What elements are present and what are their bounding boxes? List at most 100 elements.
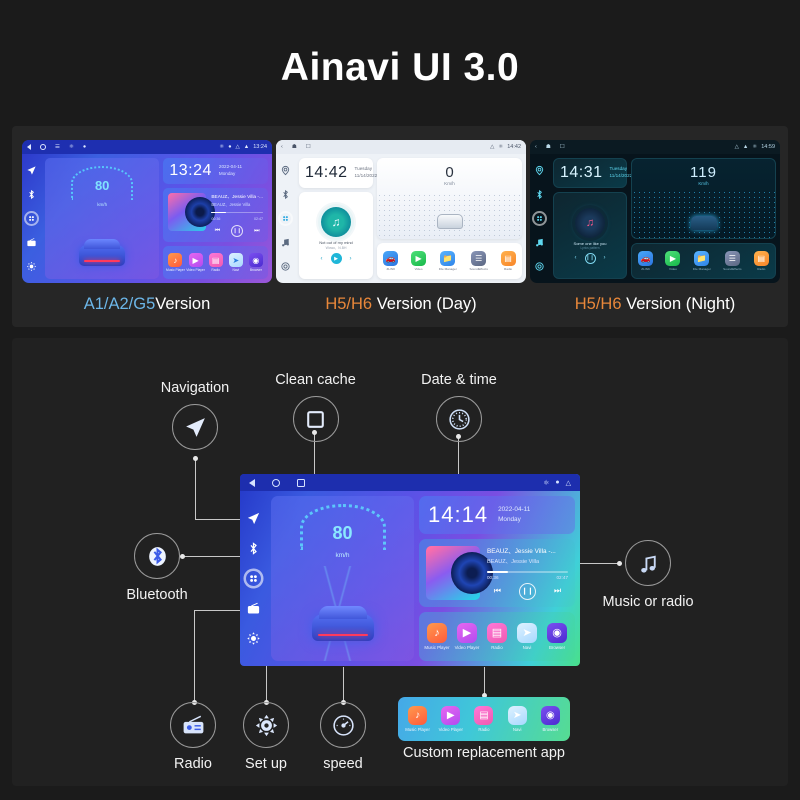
- bluetooth-icon[interactable]: [26, 189, 37, 200]
- playback-controls[interactable]: ⏮ ❙❙ ⏭: [211, 225, 263, 238]
- app-browser[interactable]: ◉ Browser: [542, 622, 572, 650]
- music-icon[interactable]: [280, 237, 291, 248]
- bluetooth-icon[interactable]: [134, 533, 180, 579]
- back-icon[interactable]: ‹: [281, 144, 283, 150]
- radio-icon[interactable]: [170, 702, 216, 748]
- music-widget[interactable]: BEAUZ、Jessie Villa -... BEAUZ、Jessie Vil…: [163, 187, 268, 243]
- previous-icon[interactable]: ‹: [321, 256, 323, 262]
- app-dock[interactable]: ♪ Music Player ▶ Video Player ▤ Radio ➤ Navi…: [163, 246, 268, 279]
- settings-icon[interactable]: [243, 702, 289, 748]
- clock-widget[interactable]: 13:24 2022-04-11 Monday: [163, 158, 268, 184]
- music-icon[interactable]: [625, 540, 671, 586]
- main-app-dock[interactable]: ♪ Music Player ▶ Video Player ▤ Radio ➤ Navi…: [419, 611, 575, 661]
- device-sidebar[interactable]: [22, 154, 41, 283]
- speed-widget[interactable]: 80 km/h: [45, 158, 160, 279]
- clean-cache-icon[interactable]: [292, 396, 339, 442]
- app-music-player[interactable]: ♪ Music Player: [422, 622, 452, 650]
- menu-icon[interactable]: ☰: [55, 144, 60, 150]
- app-sound-effects[interactable]: ☰ SoundEffects: [470, 251, 488, 271]
- device-sidebar[interactable]: [530, 154, 549, 283]
- music-widget[interactable]: ♫ Some one like you Lyrics pattern ‹ ❙❙ …: [553, 192, 627, 279]
- recents-icon[interactable]: ☐: [306, 144, 311, 150]
- app-video-player[interactable]: ▶ Video Player: [452, 622, 482, 650]
- app-zlink[interactable]: 🚗 ZLINK: [383, 251, 399, 271]
- back-icon[interactable]: ‹: [535, 144, 537, 150]
- pause-icon[interactable]: ❙❙: [231, 225, 244, 238]
- app-video-player[interactable]: ▶ Video Player: [436, 706, 466, 732]
- callout-music-or-radio[interactable]: Music or radio: [592, 540, 704, 610]
- recents-icon[interactable]: [297, 478, 305, 487]
- apps-grid-icon[interactable]: [534, 213, 545, 224]
- navigation-icon[interactable]: [172, 404, 218, 450]
- speedometer-icon[interactable]: [320, 702, 366, 748]
- app-navi[interactable]: ➤ Navi: [502, 706, 532, 732]
- callout-date-time[interactable]: Date & time: [403, 372, 515, 442]
- clock-widget[interactable]: 14:42 Tuesday 11/14/2022: [299, 158, 377, 188]
- callout-speed[interactable]: speed: [290, 702, 396, 772]
- speed-widget[interactable]: 119 Km/h: [631, 158, 776, 239]
- back-icon[interactable]: [27, 144, 31, 150]
- music-widget[interactable]: ♫ Not out of my mind Wowo、N.BH ‹ ▶ ›: [299, 192, 373, 279]
- radio-icon[interactable]: [26, 237, 37, 248]
- app-file-manager[interactable]: 📁 File Manager: [439, 251, 457, 271]
- navigation-icon[interactable]: [534, 165, 545, 176]
- app-radio[interactable]: ▤ Radio: [500, 251, 516, 271]
- app-browser[interactable]: ◉ Browser: [535, 706, 565, 732]
- next-icon[interactable]: ›: [604, 255, 606, 261]
- settings-icon[interactable]: [26, 261, 37, 272]
- device-preview-a1[interactable]: ☰ ⚛ ● ⚛ ● △ ▲ 13:24 80 km/h 13:24 2022-0…: [22, 140, 272, 314]
- settings-icon[interactable]: [534, 261, 545, 272]
- device-preview-h5-day[interactable]: ‹ ☗ ☐ △ ⚛ 14:42 14:42 Tuesday 11/14/2022…: [276, 140, 526, 314]
- recents-icon[interactable]: ☐: [560, 144, 565, 150]
- clock-widget[interactable]: 14:31 Tuesday 11/14/2022: [553, 158, 632, 188]
- previous-icon[interactable]: ⏮: [494, 586, 501, 596]
- navigation-icon[interactable]: [246, 511, 261, 526]
- main-speed-widget[interactable]: 80 km/h: [271, 496, 414, 661]
- home-icon[interactable]: [40, 144, 46, 150]
- settings-icon[interactable]: [280, 261, 291, 272]
- app-video[interactable]: ▶ Video: [411, 251, 427, 271]
- music-icon[interactable]: [534, 237, 545, 248]
- home-icon[interactable]: [272, 478, 280, 487]
- app-sound-effects[interactable]: ☰ SoundEffects: [723, 251, 742, 271]
- playback-controls[interactable]: ‹ ❙❙ ›: [575, 252, 606, 264]
- app-radio[interactable]: ▤ Radio: [753, 251, 769, 271]
- next-icon[interactable]: ›: [350, 256, 352, 262]
- main-music-widget[interactable]: BEAUZ、Jessie Villa -... BEAUZ、Jessie Vil…: [419, 538, 575, 607]
- app-music-player[interactable]: ♪ Music Player: [165, 253, 185, 272]
- app-navi[interactable]: ➤ Navi: [226, 253, 246, 272]
- main-device-screen[interactable]: ⚛ ● △ 80 km/h 14:14 2022-04-11 Monday BE…: [240, 474, 580, 666]
- main-sidebar[interactable]: [240, 491, 266, 666]
- callout-navigation[interactable]: Navigation: [140, 380, 250, 450]
- pause-icon[interactable]: ❙❙: [584, 252, 596, 264]
- app-dock[interactable]: 🚗 ZLINK ▶ Video 📁 File Manager ☰ SoundEffect…: [377, 243, 522, 279]
- clock-icon[interactable]: [436, 396, 482, 442]
- apps-grid-icon[interactable]: [26, 213, 37, 224]
- pause-icon[interactable]: ❙❙: [519, 582, 536, 600]
- app-video[interactable]: ▶ Video: [665, 251, 681, 271]
- progress-bar[interactable]: [211, 211, 263, 214]
- app-dock[interactable]: 🚗 ZLINK ▶ Video 📁 File Manager ☰ SoundEffect…: [631, 243, 776, 279]
- app-file-manager[interactable]: 📁 File Manager: [693, 251, 711, 271]
- radio-icon[interactable]: [246, 601, 261, 616]
- apps-grid-icon[interactable]: [246, 571, 261, 586]
- app-radio[interactable]: ▤ Radio: [482, 622, 512, 650]
- home-icon[interactable]: ☗: [292, 144, 297, 150]
- device-screen-a1[interactable]: ☰ ⚛ ● ⚛ ● △ ▲ 13:24 80 km/h 13:24 2022-0…: [22, 140, 272, 283]
- next-icon[interactable]: ⏭: [254, 228, 259, 235]
- custom-app-strip[interactable]: ♪ Music Player ▶ Video Player ▤ Radio ➤ Navi…: [398, 697, 570, 741]
- apps-grid-icon[interactable]: [280, 213, 291, 224]
- callout-bluetooth[interactable]: Bluetooth: [102, 533, 212, 603]
- device-screen-h5-night[interactable]: ‹ ☗ ☐ △ ▲ ⚛ 14:59 14:31 Tuesday 11/14/20…: [530, 140, 780, 283]
- app-music-player[interactable]: ♪ Music Player: [403, 706, 433, 732]
- play-icon[interactable]: ▶: [330, 253, 342, 264]
- app-video-player[interactable]: ▶ Video Player: [186, 253, 206, 272]
- previous-icon[interactable]: ‹: [575, 255, 577, 261]
- next-icon[interactable]: ⏭: [554, 586, 561, 596]
- device-preview-h5-night[interactable]: ‹ ☗ ☐ △ ▲ ⚛ 14:59 14:31 Tuesday 11/14/20…: [530, 140, 780, 314]
- settings-icon[interactable]: [246, 631, 261, 646]
- app-zlink[interactable]: 🚗 ZLINK: [638, 251, 654, 271]
- navigation-icon[interactable]: [26, 165, 37, 176]
- app-navi[interactable]: ➤ Navi: [512, 622, 542, 650]
- speed-widget[interactable]: 0 Km/h: [377, 158, 522, 239]
